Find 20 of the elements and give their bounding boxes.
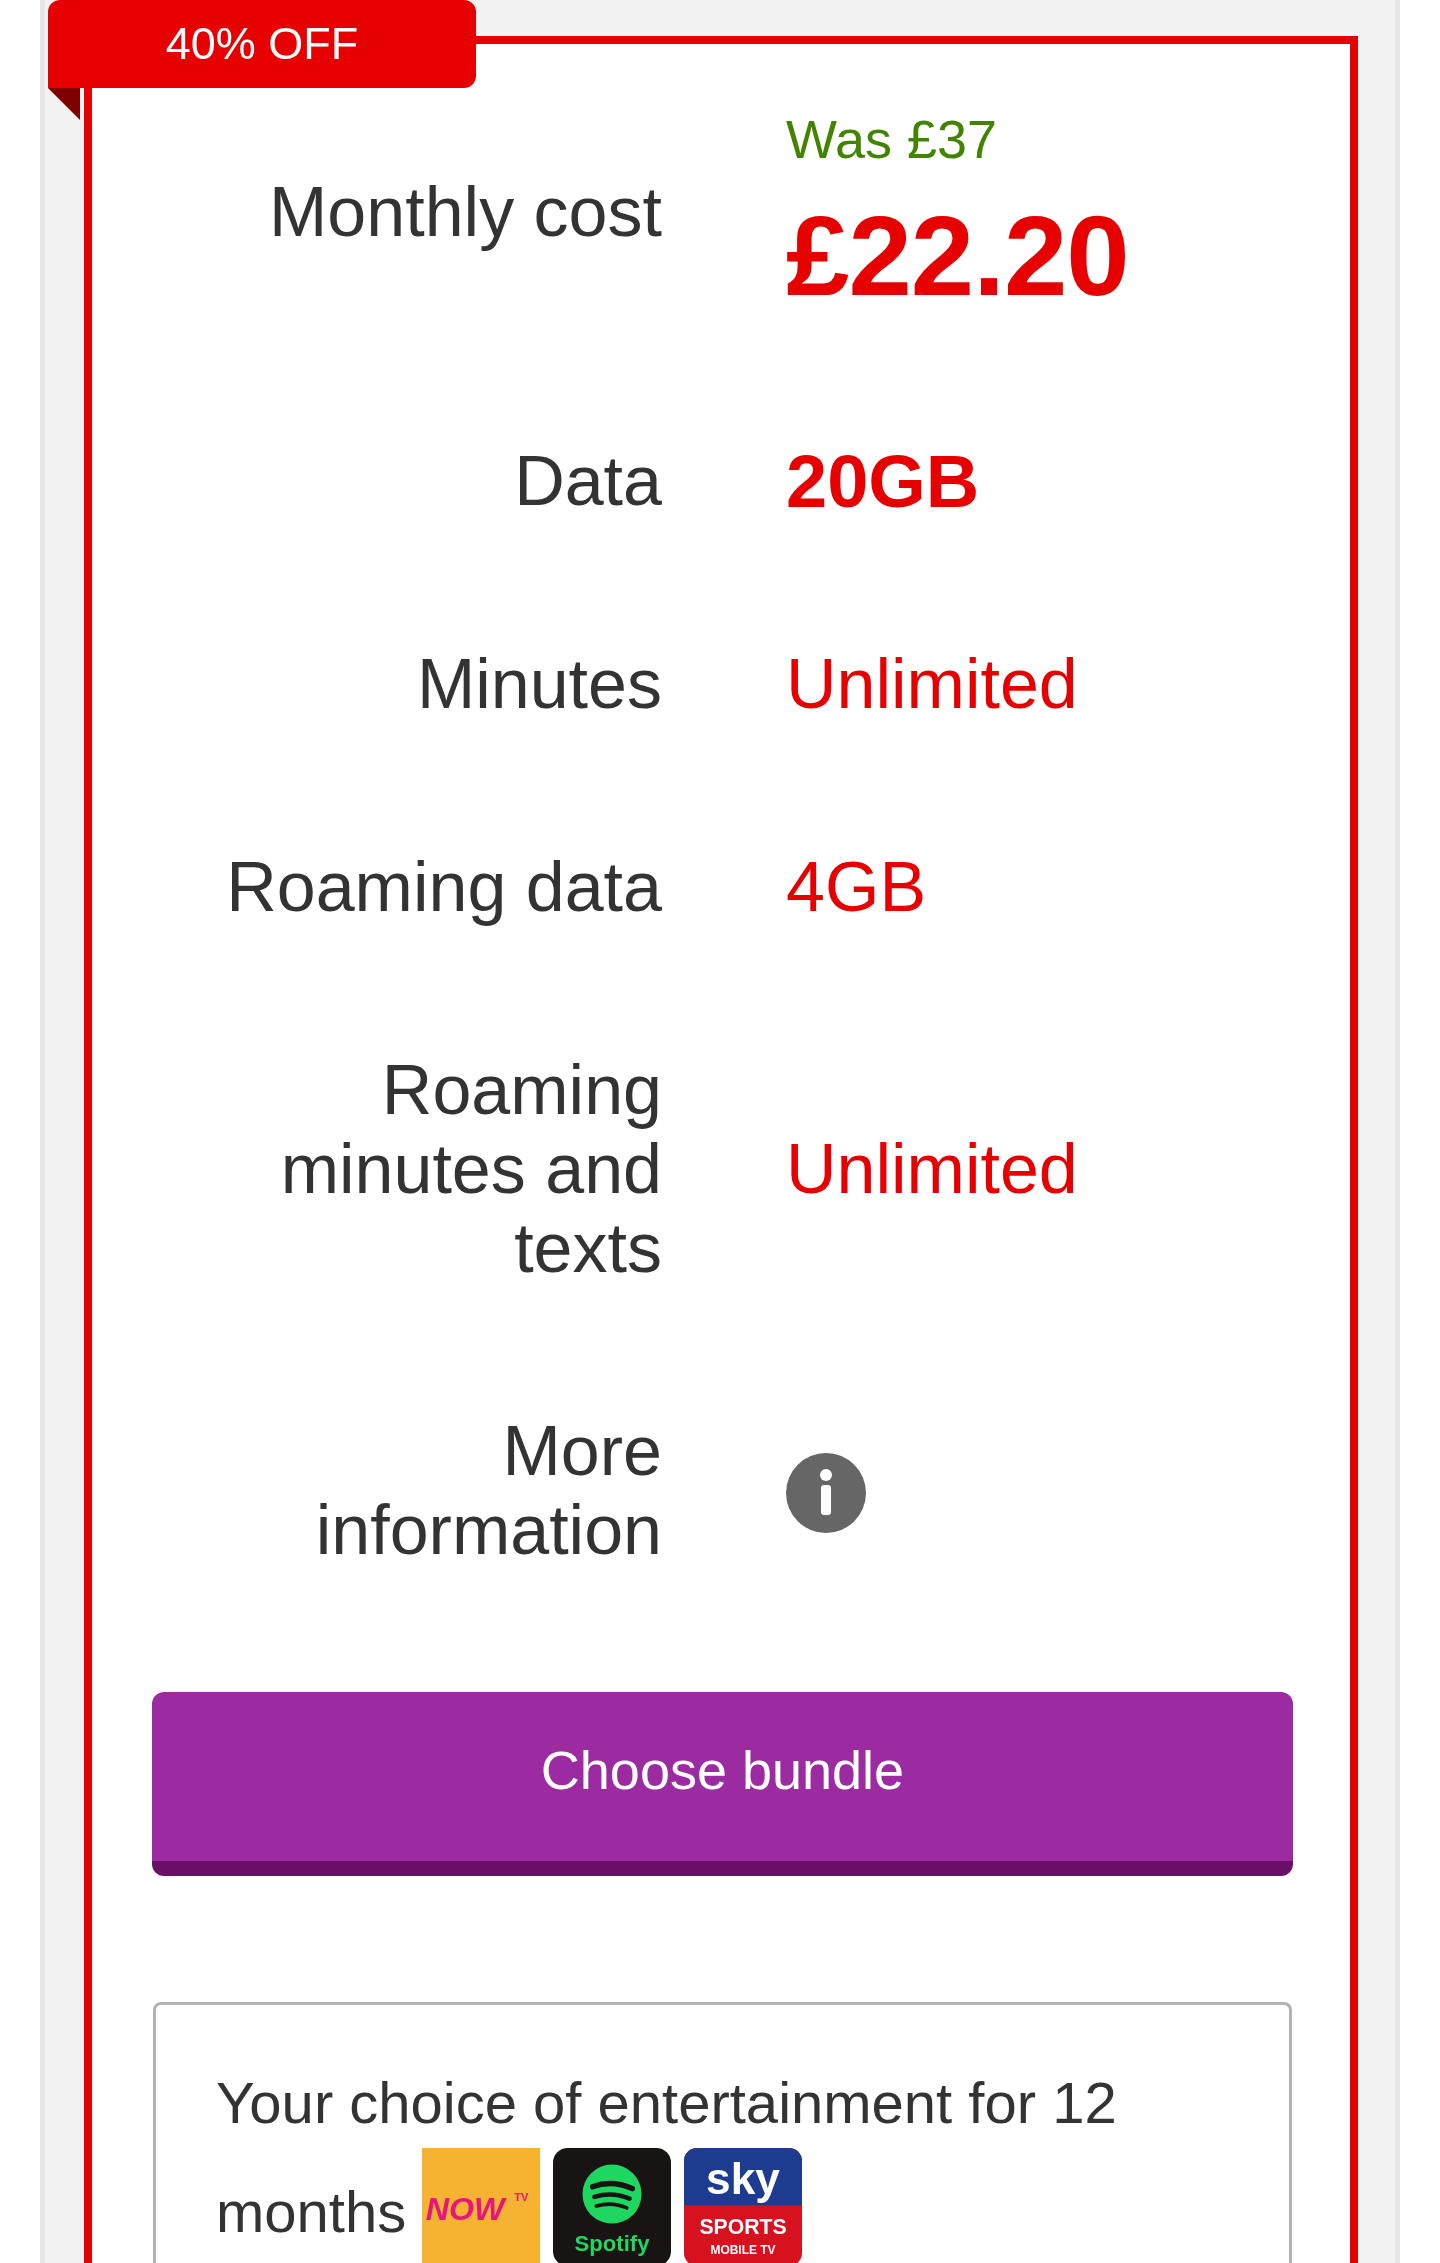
feature-label: Roaming minutes and texts (279, 1051, 662, 1288)
feature-label: Minutes (415, 645, 662, 724)
current-price: £22.20 (786, 193, 1129, 318)
ribbon-fold-icon (48, 88, 80, 120)
sky-sports-logo: sky SPORTS MOBILE TV (684, 2148, 803, 2263)
now-tv-logo: NOW TV (422, 2148, 541, 2263)
entertainment-text: Your choice of entertainment for 12 months NOW TV Spotify sky SPORTS MOBILE TV (216, 2058, 1229, 2263)
feature-label: More information (314, 1412, 662, 1570)
feature-label: Data (513, 442, 662, 521)
info-icon[interactable] (786, 1453, 866, 1533)
price-label: Monthly cost (268, 173, 662, 252)
feature-value: 20GB (786, 442, 980, 521)
feature-value: Unlimited (786, 645, 1078, 724)
feature-label: Roaming data (225, 848, 662, 927)
feature-value: 4GB (786, 848, 927, 927)
spotify-logo: Spotify (553, 2148, 672, 2263)
choose-bundle-button[interactable]: Choose bundle (152, 1692, 1293, 1876)
feature-value: Unlimited (786, 1130, 1078, 1209)
discount-badge: 40% OFF (48, 0, 476, 88)
previous-price: Was £37 (786, 108, 998, 171)
